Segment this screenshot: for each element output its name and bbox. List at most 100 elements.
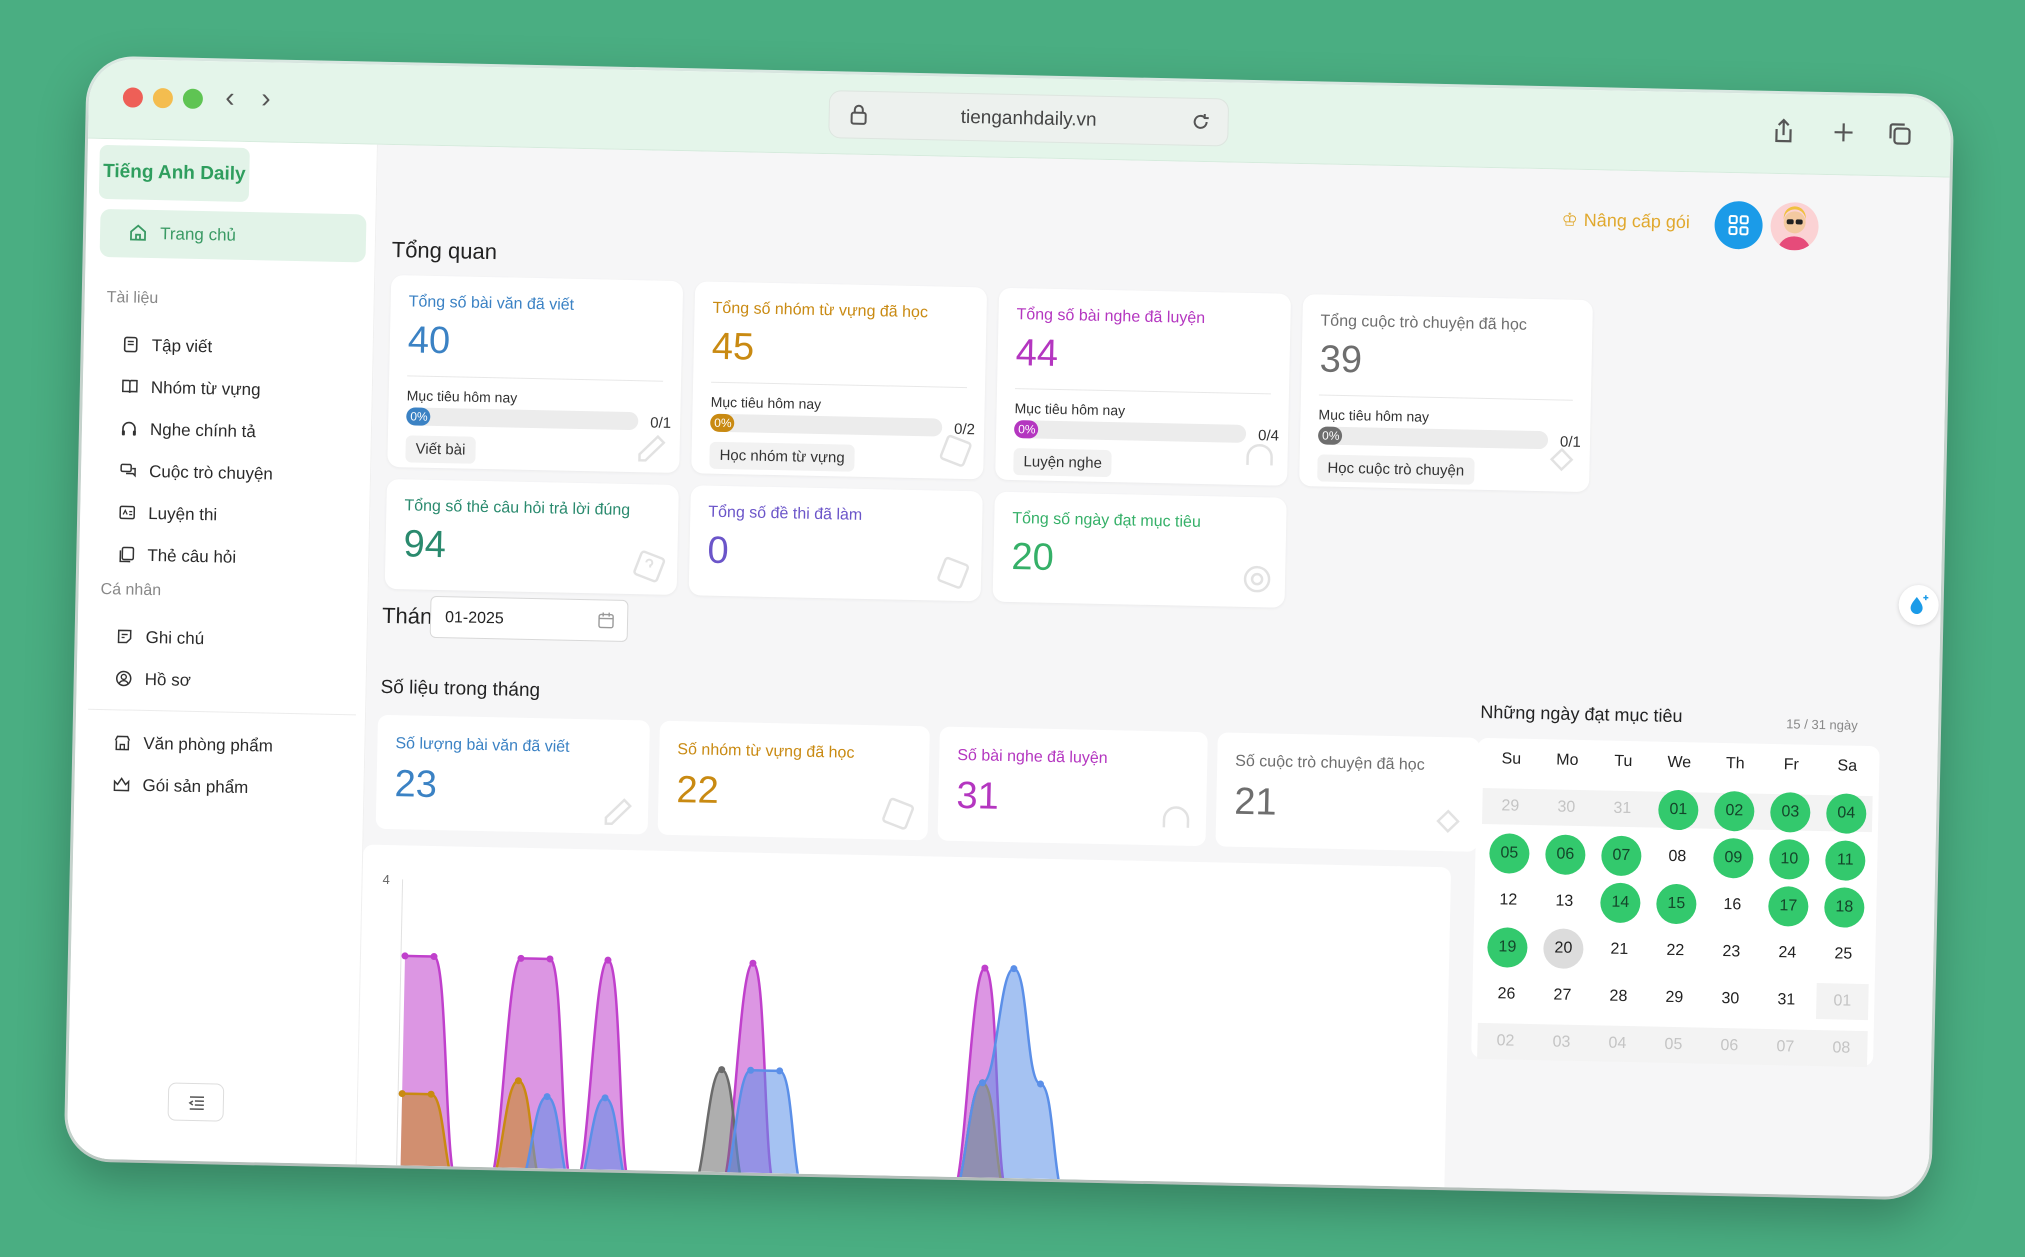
back-icon[interactable]: ‹ bbox=[213, 81, 248, 116]
sidebar-item-label: Thẻ câu hỏi bbox=[147, 545, 237, 567]
calendar-day[interactable]: 16 bbox=[1712, 885, 1753, 926]
stat-value: 22 bbox=[676, 769, 720, 812]
calendar-day[interactable]: 25 bbox=[1823, 934, 1864, 975]
reload-icon[interactable] bbox=[1189, 111, 1211, 133]
calendar-day[interactable]: 24 bbox=[1767, 933, 1808, 974]
calendar-day[interactable]: 05 bbox=[1488, 833, 1530, 874]
card-value: 20 bbox=[1011, 536, 1055, 579]
calendar-day[interactable]: 22 bbox=[1655, 931, 1696, 972]
calendar-day[interactable]: 20 bbox=[1542, 928, 1584, 970]
close-window-button[interactable] bbox=[122, 87, 144, 108]
sidebar-item-notes[interactable]: Ghi chú bbox=[97, 617, 358, 662]
share-icon[interactable] bbox=[1768, 116, 1799, 147]
calendar-day[interactable]: 08 bbox=[1657, 837, 1698, 878]
card-title: Tổng cuộc trò chuyện đã học bbox=[1320, 312, 1527, 334]
sidebar-item-exam[interactable]: Luyện thi bbox=[100, 493, 361, 538]
maximize-window-button[interactable] bbox=[182, 88, 204, 110]
collapse-sidebar-button[interactable] bbox=[167, 1082, 225, 1122]
calendar-day[interactable]: 18 bbox=[1823, 887, 1865, 928]
calendar-day[interactable]: 07 bbox=[1600, 835, 1642, 877]
calendar-day[interactable]: 15 bbox=[1655, 883, 1697, 925]
goal-calendar: Su Mo Tu We Th Fr Sa 29 30 31 01 02 03 04 05 06 07 08 09 10… bbox=[1471, 737, 1880, 1068]
card-exams: Tổng số đề thi đã làm 0 bbox=[688, 485, 983, 602]
new-tab-icon[interactable] bbox=[1828, 117, 1859, 148]
calendar-day[interactable]: 28 bbox=[1598, 976, 1639, 1017]
progress-bar: 0% bbox=[406, 407, 639, 431]
weekday-header: Mo bbox=[1556, 751, 1579, 769]
sidebar-item-conversation[interactable]: Cuộc trò chuyện bbox=[101, 451, 362, 496]
calendar-day[interactable]: 21 bbox=[1599, 929, 1640, 970]
grid-icon bbox=[1728, 215, 1749, 236]
card-divider bbox=[711, 381, 968, 389]
apps-button[interactable] bbox=[1714, 200, 1764, 250]
calendar-title: Những ngày đạt mục tiêu bbox=[1480, 701, 1683, 727]
card-title: Tổng số thẻ câu hỏi trả lời đúng bbox=[404, 497, 631, 520]
card-title: Tổng số bài văn đã viết bbox=[408, 293, 575, 314]
month-picker[interactable]: 01-2025 bbox=[429, 595, 629, 643]
calendar-day[interactable]: 27 bbox=[1542, 975, 1583, 1016]
card-divider bbox=[407, 375, 664, 382]
sidebar-item-writing[interactable]: Tập viết bbox=[103, 325, 364, 370]
avatar[interactable] bbox=[1770, 201, 1820, 251]
calendar-day[interactable]: 13 bbox=[1544, 881, 1585, 922]
sidebar-item-dictation[interactable]: Nghe chính tả bbox=[102, 409, 363, 454]
chat-watermark-icon bbox=[1436, 809, 1460, 834]
sidebar-item-profile[interactable]: Hồ sơ bbox=[96, 659, 357, 704]
exam-watermark-icon bbox=[937, 556, 970, 589]
progress-bar: 0% bbox=[710, 413, 943, 437]
sidebar-item-packages[interactable]: Gói sản phẩm bbox=[94, 765, 355, 810]
headphone-icon bbox=[121, 421, 136, 436]
stat-title: Số nhóm từ vựng đã học bbox=[677, 741, 855, 762]
progress-percent: 0% bbox=[1321, 428, 1340, 443]
sidebar-item-label: Gói sản phẩm bbox=[142, 775, 249, 798]
calendar-day[interactable]: 14 bbox=[1599, 882, 1641, 924]
weekday-header: Sa bbox=[1837, 757, 1858, 775]
calendar-day[interactable]: 19 bbox=[1487, 927, 1528, 968]
sidebar-item-label: Cuộc trò chuyện bbox=[148, 461, 274, 484]
minimize-window-button[interactable] bbox=[152, 87, 174, 109]
action-button-listen[interactable]: Luyện nghe bbox=[1013, 448, 1113, 478]
calendar-day[interactable]: 30 bbox=[1710, 979, 1751, 1020]
action-button-conversation[interactable]: Học cuộc trò chuyện bbox=[1317, 454, 1475, 485]
calendar-day[interactable]: 17 bbox=[1767, 885, 1809, 927]
monthly-title: Số liệu trong tháng bbox=[380, 676, 541, 702]
stat-title: Số bài nghe đã luyện bbox=[957, 746, 1108, 768]
progress-fill: 0% bbox=[406, 407, 431, 426]
headphone-watermark-icon bbox=[1246, 443, 1273, 466]
calendar-day[interactable]: 11 bbox=[1824, 840, 1866, 881]
sidebar-item-label: Hồ sơ bbox=[144, 669, 192, 690]
menu-collapse-icon bbox=[188, 1096, 205, 1110]
assistant-button[interactable] bbox=[1898, 584, 1940, 626]
calendar-day[interactable]: 10 bbox=[1768, 838, 1810, 880]
calendar-day[interactable]: 26 bbox=[1486, 974, 1527, 1015]
brand-name: Tiếng Anh Daily bbox=[102, 160, 246, 185]
sidebar-item-label: Tập viết bbox=[151, 335, 213, 357]
forward-icon[interactable]: › bbox=[249, 82, 284, 117]
sidebar-item-label: Nhóm từ vựng bbox=[150, 377, 261, 400]
brand-logo[interactable]: Tiếng Anh Daily bbox=[98, 144, 250, 202]
pencil-watermark-icon bbox=[604, 798, 632, 825]
card-icon bbox=[119, 546, 135, 563]
progress-percent: 0% bbox=[1018, 422, 1036, 437]
exam-icon bbox=[119, 505, 136, 520]
stat-listening: Số bài nghe đã luyện 31 bbox=[937, 726, 1208, 847]
card-value: 94 bbox=[403, 523, 447, 567]
calendar-day[interactable]: 06 bbox=[1544, 834, 1586, 876]
calendar-day[interactable]: 12 bbox=[1488, 880, 1529, 921]
action-button-write[interactable]: Viết bài bbox=[405, 435, 476, 464]
upgrade-link[interactable]: ♔ Nâng cấp gói bbox=[1561, 209, 1690, 233]
tabs-overview-icon[interactable] bbox=[1884, 118, 1915, 149]
calendar-day[interactable]: 23 bbox=[1711, 932, 1752, 973]
calendar-day[interactable]: 29 bbox=[1654, 978, 1695, 1019]
stat-value: 31 bbox=[956, 774, 1000, 818]
action-button-vocab[interactable]: Học nhóm từ vựng bbox=[709, 441, 855, 472]
sidebar-item-stationery[interactable]: Văn phòng phẩm bbox=[95, 723, 356, 768]
sidebar-item-home[interactable]: Trang chủ bbox=[99, 208, 367, 263]
calendar-day[interactable]: 09 bbox=[1712, 837, 1754, 879]
sidebar-item-vocab[interactable]: Nhóm từ vựng bbox=[102, 367, 363, 412]
sidebar-item-flashcards[interactable]: Thẻ câu hỏi bbox=[99, 535, 360, 580]
url-text: tienganhdaily.vn bbox=[960, 106, 1097, 131]
address-bar[interactable]: tienganhdaily.vn bbox=[828, 90, 1230, 147]
card-value: 0 bbox=[707, 529, 730, 573]
calendar-day[interactable]: 31 bbox=[1766, 980, 1807, 1021]
